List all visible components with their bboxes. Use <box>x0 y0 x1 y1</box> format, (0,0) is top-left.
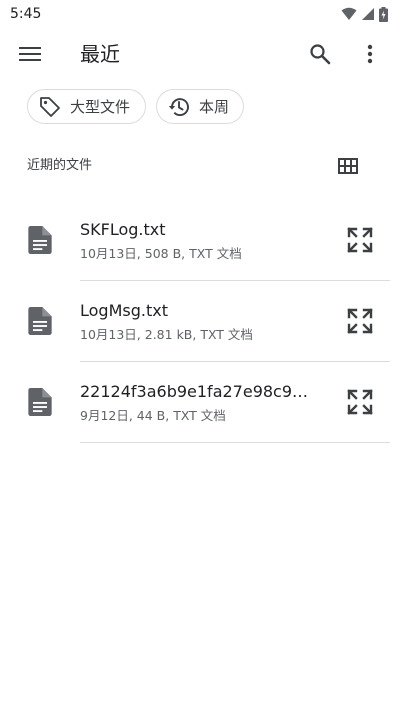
hamburger-menu-icon <box>19 47 41 61</box>
file-name: LogMsg.txt <box>80 301 168 320</box>
chip-this-week[interactable]: 本周 <box>156 89 244 124</box>
cellular-signal-icon <box>362 8 374 20</box>
page-title: 最近 <box>80 42 120 66</box>
status-time: 5:45 <box>10 6 42 22</box>
menu-button[interactable] <box>14 40 46 68</box>
document-icon <box>28 307 52 335</box>
top-app-bar: 最近 <box>0 28 400 80</box>
file-meta: 9月12日, 44 B, TXT 文档 <box>80 408 226 423</box>
divider <box>80 442 390 443</box>
battery-icon <box>379 6 388 22</box>
chip-large-files-label: 大型文件 <box>70 98 131 116</box>
status-icons <box>341 6 388 22</box>
section-title: 近期的文件 <box>27 158 93 173</box>
file-list: SKFLog.txt 10月13日, 508 B, TXT 文档 LogMsg.… <box>0 200 400 443</box>
grid-view-button[interactable] <box>336 154 360 178</box>
more-vert-icon <box>367 44 373 64</box>
wifi-icon <box>341 7 357 20</box>
tag-icon <box>40 96 60 117</box>
expand-preview-icon[interactable] <box>346 226 374 254</box>
file-row[interactable]: 22124f3a6b9e1fa27e98c9… 9月12日, 44 B, TXT… <box>0 362 400 443</box>
file-name: SKFLog.txt <box>80 220 166 239</box>
search-icon <box>310 44 331 65</box>
chip-large-files[interactable]: 大型文件 <box>27 89 146 124</box>
file-meta: 10月13日, 2.81 kB, TXT 文档 <box>80 327 253 342</box>
document-icon <box>28 388 52 416</box>
search-button[interactable] <box>306 40 334 68</box>
file-row[interactable]: SKFLog.txt 10月13日, 508 B, TXT 文档 <box>0 200 400 281</box>
history-icon <box>168 97 189 116</box>
status-bar: 5:45 <box>0 0 400 28</box>
expand-preview-icon[interactable] <box>346 388 374 416</box>
grid-view-icon <box>338 158 358 174</box>
file-meta: 10月13日, 508 B, TXT 文档 <box>80 246 242 261</box>
file-row[interactable]: LogMsg.txt 10月13日, 2.81 kB, TXT 文档 <box>0 281 400 362</box>
more-options-button[interactable] <box>358 40 382 68</box>
document-icon <box>28 226 52 254</box>
chip-this-week-label: 本周 <box>199 98 230 116</box>
file-name: 22124f3a6b9e1fa27e98c9… <box>80 382 309 401</box>
expand-preview-icon[interactable] <box>346 307 374 335</box>
